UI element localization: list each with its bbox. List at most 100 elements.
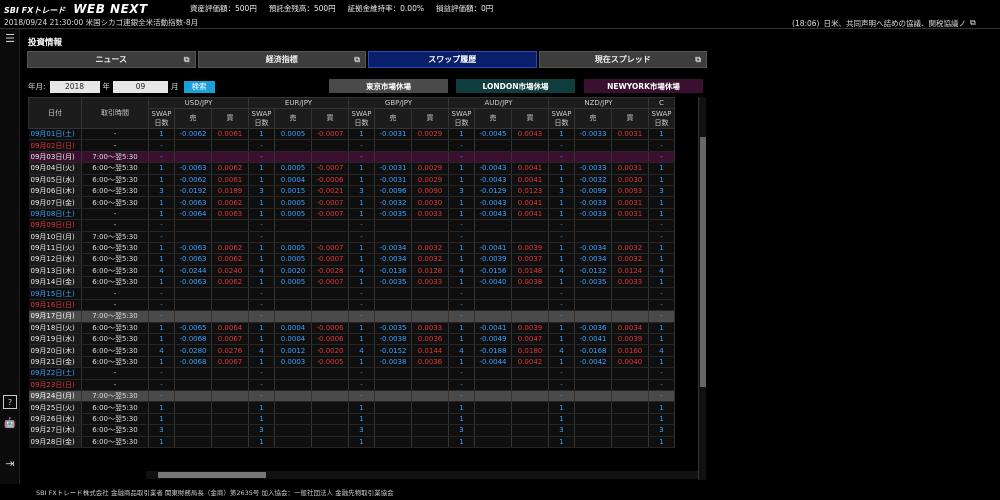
table-row[interactable]: 09月13日(木) 6:00～翌5:30 4 -0.0244 0.0240 4 0.0020… <box>28 265 675 278</box>
table-row[interactable]: 09月05日(水) 6:00～翌5:30 1 -0.0062 0.0061 1 0.0004… <box>28 174 675 186</box>
menu-icon[interactable]: ☰ <box>3 31 17 45</box>
table-row[interactable]: 09月08日(土) -1 -0.0064 0.0063 1 0.0005 -0.0007 1-… <box>28 208 675 221</box>
sell-swap-cell: -0.0033 <box>574 162 612 175</box>
table-row[interactable]: 09月17日(月) 7:00～翌5:30- - - - - - <box>28 310 675 323</box>
table-row[interactable]: 09月06日(木) 6:00～翌5:30 3 -0.0192 0.0189 3 0.0015… <box>28 185 675 198</box>
tab-economic-indicators[interactable]: 経済指標 ⧉ <box>197 51 366 68</box>
sell-swap-cell: -0.0244 <box>174 265 212 278</box>
swap-days-cell: 1 <box>448 401 475 414</box>
horizontal-scrollbar[interactable] <box>146 471 698 479</box>
header-pair: USD/JPY <box>148 97 249 109</box>
external-link-icon[interactable]: ⧉ <box>970 18 976 28</box>
buy-swap-cell <box>511 413 549 426</box>
buy-swap-cell: -0.0006 <box>311 174 349 186</box>
swap-days-cell: - <box>148 367 175 380</box>
tab-news[interactable]: ニュース ⧉ <box>27 51 196 68</box>
sell-swap-cell <box>174 139 212 152</box>
table-row[interactable]: 09月11日(火) 6:00～翌5:30 1 -0.0063 0.0062 1 0.0005… <box>28 242 675 255</box>
buy-swap-cell: 0.0033 <box>411 322 449 335</box>
tab-swap-history[interactable]: スワップ履歴 <box>368 51 537 68</box>
table-row[interactable]: 09月24日(月) 7:00～翌5:30- - - - - - <box>28 390 675 403</box>
table-row[interactable]: 09月23日(日) - - - - - - - <box>28 379 675 392</box>
ticker-news-text[interactable]: 日米、共同声明へ詰めの協議、関税協議ノ <box>823 18 966 29</box>
table-row[interactable]: 09月03日(月) 7:00～翌5:30- - - - - - <box>28 151 675 164</box>
buy-swap-cell <box>211 390 249 403</box>
help-icon[interactable]: ? <box>3 395 17 409</box>
swap-days-cell: 3 <box>448 424 475 437</box>
sell-swap-cell <box>174 151 212 164</box>
table-row[interactable]: 09月10日(月) 7:00～翌5:30- - - - - - <box>28 231 675 243</box>
ticker-event[interactable]: 2018/09/24 21:30:00 米国シカゴ連銀全米活動指数-8月 <box>0 17 198 28</box>
buy-swap-cell: 0.0036 <box>411 356 449 369</box>
swap-days-cell: - <box>448 151 475 164</box>
logo-webnext: WEB NEXT <box>73 1 148 16</box>
header-sell: 売 <box>274 108 312 129</box>
buy-swap-cell: 0.0039 <box>511 322 549 335</box>
external-link-icon[interactable]: ⧉ <box>695 55 701 65</box>
row-trading-time: 6:00～翌5:30 <box>81 174 149 186</box>
logout-icon[interactable]: ⇥ <box>3 456 17 470</box>
sell-swap-cell: -0.0136 <box>374 265 412 278</box>
table-row[interactable]: 09月09日(日) - - - - - - - <box>28 219 675 232</box>
sell-swap-cell: -0.0152 <box>374 344 412 357</box>
sell-swap-cell <box>474 287 512 300</box>
table-row[interactable]: 09月04日(火) 6:00～翌5:30 1 -0.0063 0.0062 1 0.0005… <box>28 162 675 175</box>
buy-swap-cell: 0.0123 <box>511 185 549 198</box>
vertical-scroll-thumb[interactable] <box>700 137 706 387</box>
swap-days-cell: - <box>348 231 375 243</box>
table-row[interactable]: 09月07日(金) 6:00～翌5:30 1 -0.0063 0.0062 1 0.0005… <box>28 196 675 209</box>
table-row[interactable]: 09月20日(木) 6:00～翌5:30 4 -0.0280 0.0276 4 0.0012… <box>28 344 675 357</box>
swap-table-container[interactable]: 日付 取引時間 USD/JPY EUR/JPY GBP/JPY AUD/JPY NZD/JP… <box>28 97 698 479</box>
month-unit: 月 <box>171 82 179 91</box>
swap-days-cell: 1 <box>248 208 275 221</box>
ticker-news[interactable]: (18:06) 日米、共同声明へ詰めの協議、関税協議ノ ⧉ <box>792 17 976 29</box>
swap-days-cell: 1 <box>548 196 575 209</box>
row-date: 09月19日(水) <box>28 333 82 346</box>
buy-swap-cell: -0.0007 <box>311 242 349 255</box>
robot-icon[interactable]: 🤖 <box>3 416 17 430</box>
buy-swap-cell: 0.0144 <box>411 344 449 357</box>
buy-swap-cell <box>411 139 449 152</box>
buy-swap-cell <box>611 219 649 232</box>
table-row[interactable]: 09月19日(水) 6:00～翌5:30 1 -0.0068 0.0067 1 0.0004… <box>28 333 675 346</box>
table-row[interactable]: 09月26日(水) 6:00～翌5:30 1 1 1 1 1 1 <box>28 413 675 426</box>
swap-days-cell: 3 <box>248 185 275 198</box>
table-row[interactable]: 09月22日(土) - - - - - - - <box>28 367 675 380</box>
table-row[interactable]: 09月14日(金) 6:00～翌5:30 1 -0.0063 0.0062 1 0.0005… <box>28 276 675 289</box>
sell-swap-cell <box>274 139 312 152</box>
external-link-icon[interactable]: ⧉ <box>184 55 190 65</box>
table-row[interactable]: 09月28日(金) 6:00～翌5:30 1 1 1 1 1 1 <box>28 436 675 448</box>
swap-days-cell: - <box>448 379 475 392</box>
row-trading-time: 6:00～翌5:30 <box>81 356 149 369</box>
year-input[interactable]: 2018 <box>49 80 100 93</box>
table-row[interactable]: 09月02日(日) - - - - - - - <box>28 139 675 152</box>
swap-days-cell: 3 <box>148 424 175 437</box>
table-row[interactable]: 09月18日(火) 6:00～翌5:30 1 -0.0065 0.0064 1 0.0004… <box>28 322 675 335</box>
swap-days-cell: 1 <box>448 196 475 209</box>
swap-days-cell: 1 <box>348 174 375 186</box>
table-row[interactable]: 09月21日(金) 6:00～翌5:30 1 -0.0068 0.0067 1 0.0003… <box>28 356 675 369</box>
sell-swap-cell: -0.0031 <box>374 162 412 175</box>
month-input[interactable]: 09 <box>113 80 169 93</box>
swap-days-cell: 3 <box>248 424 275 437</box>
table-row[interactable]: 09月12日(水) 6:00～翌5:30 1 -0.0063 0.0062 1 0.0005… <box>28 253 675 266</box>
buy-swap-cell <box>611 151 649 164</box>
buy-swap-cell <box>411 390 449 403</box>
table-row[interactable]: 09月27日(木) 6:00～翌5:30 3 3 3 3 3 3 <box>28 424 675 437</box>
horizontal-scroll-thumb[interactable] <box>158 472 266 478</box>
external-link-icon[interactable]: ⧉ <box>354 55 360 65</box>
row-trading-time: - <box>81 128 149 141</box>
search-button[interactable]: 検索 <box>183 80 215 93</box>
table-row[interactable]: 09月15日(土) - - - - - - - <box>28 287 675 300</box>
table-row[interactable]: 09月16日(日) - - - - - - - <box>28 299 675 312</box>
table-row[interactable]: 09月25日(火) 6:00～翌5:30 1 1 1 1 1 1 <box>28 401 675 414</box>
sell-swap-cell: -0.0040 <box>474 276 512 289</box>
table-row[interactable]: 09月01日(土) -1 -0.0062 0.0061 1 0.0005 -0.0007 1-… <box>28 128 675 141</box>
row-trading-time: 7:00～翌5:30 <box>81 310 149 323</box>
swap-days-cell: - <box>548 231 575 243</box>
swap-days-cell: 1 <box>648 401 675 414</box>
swap-days-cell: 1 <box>248 242 275 255</box>
table-header: 日付 取引時間 USD/JPY EUR/JPY GBP/JPY AUD/JPY NZD/JP… <box>28 97 675 129</box>
vertical-scrollbar[interactable] <box>698 97 706 480</box>
tab-current-spread[interactable]: 現在スプレッド ⧉ <box>538 51 707 68</box>
